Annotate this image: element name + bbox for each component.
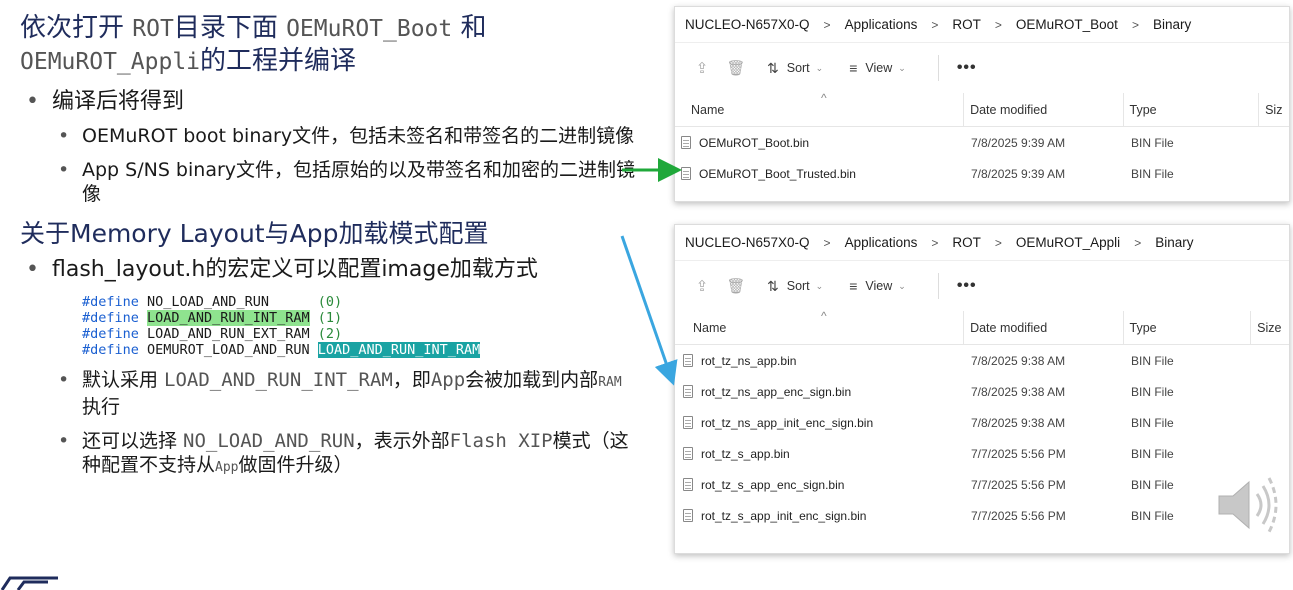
breadcrumb-item[interactable]: OEMuROT_Appli	[1016, 235, 1120, 250]
chevron-right-icon: >	[931, 235, 939, 250]
share-icon[interactable]: ⇪	[685, 59, 719, 77]
view-icon: ≡	[849, 278, 858, 294]
breadcrumb-item[interactable]: Binary	[1155, 235, 1193, 250]
explorer-window-boot: NUCLEO-N657X0-Q > Applications > ROT > OEMu…	[674, 6, 1290, 202]
more-options-button[interactable]: •••	[957, 277, 977, 295]
toolbar: ⇪ 🗑 ⇅ Sort ⌄ ≡ View ⌄ •••	[675, 43, 1289, 93]
toolbar-divider	[937, 55, 939, 81]
chevron-down-icon: ⌄	[898, 62, 906, 73]
chevron-right-icon: >	[823, 235, 831, 250]
breadcrumb-item[interactable]: Applications	[845, 235, 918, 250]
file-row[interactable]: OEMuROT_Boot.bin 7/8/2025 9:39 AM BIN Fi…	[675, 127, 1289, 158]
sort-icon: ⇅	[767, 277, 779, 294]
chevron-right-icon: >	[994, 17, 1002, 32]
breadcrumb: NUCLEO-N657X0-Q > Applications > ROT > OEMu…	[675, 225, 1289, 261]
sort-button[interactable]: ⇅ Sort ⌄	[767, 60, 823, 77]
heading-memory-layout: 关于Memory Layout与App加载模式配置	[20, 219, 489, 248]
delete-icon[interactable]: 🗑	[719, 277, 753, 295]
breadcrumb-item[interactable]: Binary	[1153, 17, 1191, 32]
sort-caret-icon: ^	[821, 309, 827, 323]
file-row[interactable]: OEMuROT_Boot_Trusted.bin 7/8/2025 9:39 A…	[675, 158, 1289, 189]
breadcrumb-item[interactable]: OEMuROT_Boot	[1016, 17, 1118, 32]
bullet-flash-layout: flash_layout.h的宏定义可以配置image加载方式	[20, 256, 650, 284]
file-icon	[683, 354, 693, 367]
sub-bullet-boot: OEMuROT boot binary文件，包括未签名和带签名的二进制镜像	[20, 124, 640, 148]
breadcrumb-item[interactable]: ROT	[952, 235, 981, 250]
heading-open-projects: 依次打开 ROT目录下面 OEMuROT_Boot 和 OEMuROT_Appli…	[20, 12, 650, 78]
sub-bullet-option: 还可以选择 NO_LOAD_AND_RUN，表示外部Flash XIP模式（这种…	[20, 429, 640, 480]
file-row[interactable]: rot_tz_s_app_enc_sign.bin 7/7/2025 5:56 …	[675, 469, 1289, 500]
heading-text: 和	[452, 13, 487, 43]
sub-bullet-app: App S/NS binary文件，包括原始的以及带签名和加密的二进制镜像	[20, 158, 640, 206]
breadcrumb-item[interactable]: Applications	[845, 17, 918, 32]
chevron-right-icon: >	[994, 235, 1002, 250]
column-size[interactable]: Size	[1251, 311, 1289, 344]
column-type[interactable]: Type	[1124, 93, 1260, 126]
brand-logo-icon	[0, 576, 58, 590]
view-icon: ≡	[849, 60, 858, 76]
share-icon[interactable]: ⇪	[685, 277, 719, 295]
breadcrumb-item[interactable]: ROT	[952, 17, 981, 32]
explorer-window-appli: NUCLEO-N657X0-Q > Applications > ROT > OEMu…	[674, 224, 1290, 554]
sub-bullet-default: 默认采用 LOAD_AND_RUN_INT_RAM，即App会被加载到内部RAM…	[20, 368, 640, 419]
chevron-right-icon: >	[931, 17, 939, 32]
heading-text: 目录下面	[173, 13, 287, 43]
file-icon	[681, 136, 691, 149]
file-icon	[683, 478, 693, 491]
column-header-row: ^ Name Date modified Type Size	[675, 309, 1289, 345]
column-type[interactable]: Type	[1124, 311, 1252, 344]
chevron-right-icon: >	[1131, 17, 1139, 32]
view-button[interactable]: ≡ View ⌄	[849, 60, 906, 76]
heading-mono-rot: ROT	[132, 16, 174, 42]
file-row[interactable]: rot_tz_ns_app_init_enc_sign.bin 7/8/2025…	[675, 407, 1289, 438]
chevron-down-icon: ⌄	[898, 280, 906, 291]
file-row[interactable]: rot_tz_s_app.bin 7/7/2025 5:56 PM BIN Fi…	[675, 438, 1289, 469]
column-header-row: ^ Name Date modified Type Siz	[675, 91, 1289, 127]
file-row[interactable]: rot_tz_ns_app.bin 7/8/2025 9:38 AM BIN F…	[675, 345, 1289, 376]
sort-button[interactable]: ⇅ Sort ⌄	[767, 278, 823, 295]
column-name[interactable]: Name	[675, 311, 965, 344]
toolbar: ⇪ 🗑 ⇅ Sort ⌄ ≡ View ⌄ •••	[675, 261, 1289, 311]
breadcrumb-item[interactable]: NUCLEO-N657X0-Q	[685, 17, 810, 32]
speaker-icon[interactable]	[1213, 470, 1283, 540]
breadcrumb: NUCLEO-N657X0-Q > Applications > ROT > OEMu…	[675, 7, 1289, 43]
heading-text: 依次打开	[20, 13, 133, 43]
heading-mono-boot: OEMuROT_Boot	[286, 16, 453, 42]
delete-icon[interactable]: 🗑	[719, 59, 753, 77]
code-block: #define NO_LOAD_AND_RUN (0) #define LOAD…	[82, 294, 481, 358]
toolbar-divider	[937, 273, 939, 299]
bullet-compile: 编译后将得到	[20, 88, 650, 116]
chevron-right-icon: >	[1134, 235, 1142, 250]
heading-text: 的工程并编译	[200, 46, 357, 76]
file-row[interactable]: rot_tz_s_app_init_enc_sign.bin 7/7/2025 …	[675, 500, 1289, 531]
file-icon	[683, 509, 693, 522]
chevron-down-icon: ⌄	[815, 280, 824, 291]
slide-content: 依次打开 ROT目录下面 OEMuROT_Boot 和 OEMuROT_Appli…	[20, 12, 650, 480]
heading-mono-appli: OEMuROT_Appli	[20, 49, 201, 75]
chevron-down-icon: ⌄	[815, 62, 824, 73]
file-icon	[681, 167, 691, 180]
column-name[interactable]: Name	[675, 93, 965, 126]
column-date-modified[interactable]: Date modified	[964, 311, 1124, 344]
file-icon	[683, 416, 693, 429]
breadcrumb-item[interactable]: NUCLEO-N657X0-Q	[685, 235, 810, 250]
chevron-right-icon: >	[823, 17, 831, 32]
file-row[interactable]: rot_tz_ns_app_enc_sign.bin 7/8/2025 9:38…	[675, 376, 1289, 407]
view-button[interactable]: ≡ View ⌄	[849, 278, 906, 294]
sort-caret-icon: ^	[821, 91, 827, 105]
column-date-modified[interactable]: Date modified	[964, 93, 1124, 126]
file-icon	[683, 385, 693, 398]
column-size[interactable]: Siz	[1259, 93, 1289, 126]
sort-icon: ⇅	[767, 59, 779, 76]
file-icon	[683, 447, 693, 460]
more-options-button[interactable]: •••	[957, 59, 977, 77]
